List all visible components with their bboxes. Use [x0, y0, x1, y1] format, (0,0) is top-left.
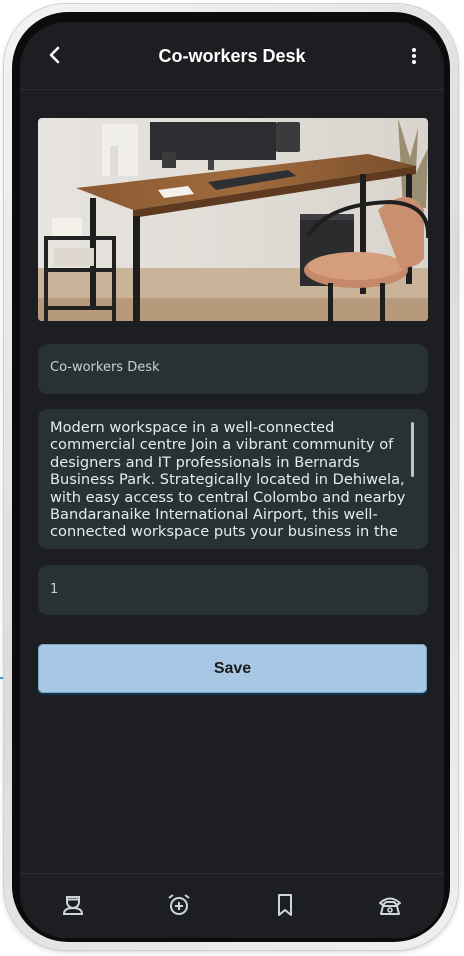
user-icon[interactable] [60, 892, 86, 918]
quantity-field-value: 1 [50, 582, 59, 597]
bookmark-icon[interactable] [272, 892, 298, 918]
name-field[interactable]: Co-workers Desk [38, 344, 428, 394]
description-scrollbar[interactable] [411, 422, 414, 477]
office-desk-photo [38, 118, 428, 321]
alarm-add-icon[interactable] [166, 892, 192, 918]
phone-icon[interactable] [377, 892, 403, 918]
save-button[interactable]: Save [38, 644, 427, 693]
name-field-value: Co-workers Desk [50, 360, 160, 375]
listing-photo [38, 118, 428, 321]
page-title: Co-workers Desk [158, 46, 306, 66]
description-field[interactable]: Modern workspace in a well-connected com… [38, 409, 428, 549]
more-vertical-icon[interactable] [410, 46, 418, 66]
quantity-field[interactable]: 1 [38, 565, 428, 615]
app-bar: Co-workers Desk [20, 22, 444, 90]
app-screen: Co-workers Desk Co-workers Desk Modern w… [20, 22, 444, 938]
description-field-value: Modern workspace in a well-connected com… [50, 419, 406, 541]
bottom-navigation [20, 873, 444, 938]
